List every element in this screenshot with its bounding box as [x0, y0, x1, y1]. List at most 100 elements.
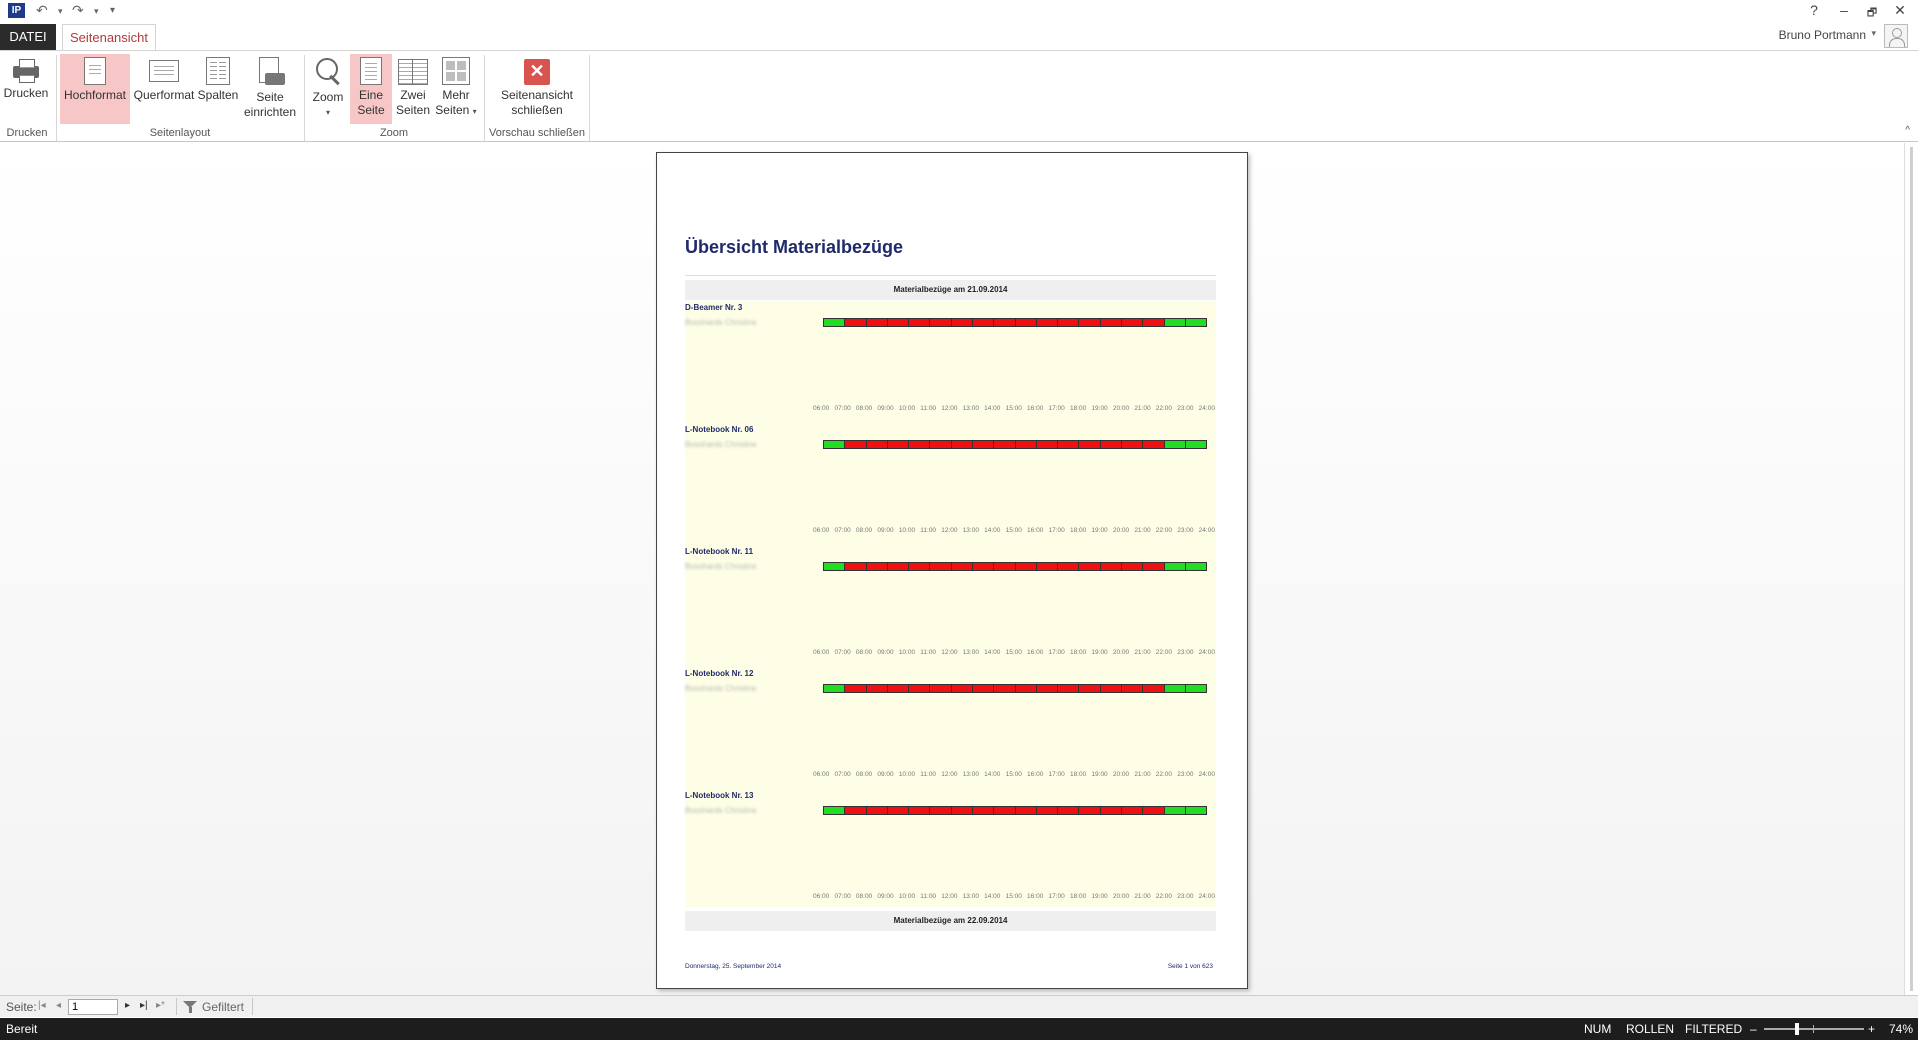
hour-label: 16:00: [1027, 893, 1044, 900]
magnifier-icon: [313, 57, 343, 87]
time-slot-busy: [951, 685, 973, 692]
app-logo: IP: [8, 3, 25, 18]
hour-label: 20:00: [1112, 405, 1130, 412]
time-slot-busy: [1015, 685, 1037, 692]
tab-file[interactable]: DATEI: [0, 24, 56, 50]
report-page[interactable]: Übersicht Materialbezüge Materialbezüge …: [656, 152, 1248, 989]
hour-label: 21:00: [1134, 649, 1151, 656]
time-slot-busy: [909, 441, 931, 448]
time-slot-busy: [1121, 319, 1144, 326]
time-slot-busy: [845, 807, 867, 814]
help-icon[interactable]: ?: [1802, 2, 1826, 18]
hour-label: 15:00: [1005, 527, 1022, 534]
time-slot-busy: [1100, 563, 1122, 570]
time-slot-busy: [909, 685, 931, 692]
time-slot-free: [1185, 319, 1207, 326]
undo-dropdown-icon[interactable]: ▾: [58, 6, 63, 17]
two-pages-button[interactable]: Zwei Seiten: [393, 54, 433, 124]
hour-label: 17:00: [1048, 771, 1065, 778]
time-slot-busy: [1058, 319, 1080, 326]
hour-label: 24:00: [1198, 405, 1215, 412]
vertical-scrollbar[interactable]: [1904, 143, 1918, 995]
one-page-button[interactable]: Eine Seite: [350, 54, 392, 124]
device-name: D-Beamer Nr. 3: [685, 303, 743, 312]
first-page-icon[interactable]: |◂: [38, 1000, 46, 1011]
page-number-input[interactable]: [68, 999, 118, 1015]
device-row: L-Notebook Nr. 06 Bosshards Christine 06:0…: [685, 423, 1216, 545]
print-button[interactable]: Drucken: [2, 54, 50, 124]
day-header: Materialbezüge am 22.09.2014: [685, 911, 1216, 931]
device-row: D-Beamer Nr. 3 Bosshards Christine 06:00 07…: [685, 301, 1216, 423]
columns-button[interactable]: Spalten: [197, 54, 239, 124]
page-setup-button[interactable]: Seite einrichten: [241, 54, 299, 124]
hour-label: 13:00: [962, 527, 979, 534]
timeline-bar: [823, 562, 1207, 571]
undo-icon[interactable]: ↶: [36, 2, 48, 19]
tab-print-preview[interactable]: Seitenansicht: [62, 24, 156, 51]
group-separator: [56, 55, 57, 141]
zoom-level[interactable]: 74%: [1889, 1022, 1913, 1036]
restore-icon[interactable]: 🗗: [1860, 4, 1884, 23]
time-slot-busy: [1079, 563, 1101, 570]
zoom-slider-handle[interactable]: [1795, 1023, 1799, 1035]
minimize-icon[interactable]: –: [1832, 2, 1856, 18]
hour-label: 18:00: [1069, 649, 1087, 656]
hour-label: 22:00: [1155, 893, 1173, 900]
time-slot-busy: [994, 441, 1016, 448]
time-slot-free: [1185, 441, 1207, 448]
time-slot-busy: [994, 685, 1016, 692]
time-slot-busy: [909, 319, 931, 326]
redo-icon[interactable]: ↷: [72, 2, 84, 19]
zoom-out-icon[interactable]: –: [1750, 1022, 1757, 1036]
more-pages-icon: [442, 57, 470, 85]
nav-separator: [252, 998, 253, 1015]
next-page-icon[interactable]: ▸: [125, 1000, 130, 1011]
close-window-icon[interactable]: ✕: [1888, 2, 1912, 19]
hour-label: 19:00: [1091, 405, 1108, 412]
time-slot-busy: [930, 441, 952, 448]
filter-icon[interactable]: [183, 1001, 197, 1013]
hour-label: 23:00: [1177, 527, 1194, 534]
device-row: L-Notebook Nr. 12 Bosshards Christine 06:0…: [685, 667, 1216, 789]
hour-label: 12:00: [941, 893, 958, 900]
redo-dropdown-icon[interactable]: ▾: [94, 6, 99, 17]
hour-label: 15:00: [1005, 649, 1022, 656]
timeline-bar: [823, 684, 1207, 693]
previous-page-icon[interactable]: ◂: [56, 1000, 61, 1011]
chevron-down-icon: ▾: [325, 108, 330, 117]
zoom-in-icon[interactable]: +: [1868, 1022, 1875, 1036]
time-slot-busy: [1121, 563, 1144, 570]
filter-status[interactable]: Gefiltert: [202, 1000, 244, 1014]
user-dropdown-icon[interactable]: ▾: [1871, 28, 1876, 39]
hour-label: 22:00: [1155, 405, 1173, 412]
customize-toolbar-icon[interactable]: ▾: [110, 5, 115, 16]
time-slot-busy: [1100, 685, 1122, 692]
collapse-ribbon-icon[interactable]: ^: [1905, 125, 1910, 136]
landscape-page-icon: [149, 60, 179, 82]
hour-label: 13:00: [962, 405, 979, 412]
user-name[interactable]: Bruno Portmann: [1779, 28, 1866, 42]
hour-label: 06:00: [813, 771, 830, 778]
landscape-button[interactable]: Querformat: [131, 54, 197, 124]
group-label-layout: Seitenlayout: [149, 127, 211, 139]
hour-label: 24:00: [1198, 771, 1215, 778]
status-filtered: FILTERED: [1685, 1022, 1743, 1036]
close-preview-button[interactable]: ✕ Seitenansicht schließen: [490, 54, 584, 124]
timeline-bar: [823, 806, 1207, 815]
new-record-icon[interactable]: ▸*: [156, 1000, 165, 1011]
hour-label: 21:00: [1134, 893, 1151, 900]
device-borrower: Bosshards Christine: [685, 318, 757, 327]
last-page-icon[interactable]: ▸|: [140, 1000, 148, 1011]
zoom-button[interactable]: Zoom ▾: [308, 54, 348, 124]
zoom-slider[interactable]: [1764, 1028, 1864, 1030]
time-slot-busy: [1121, 807, 1144, 814]
hour-label: 09:00: [877, 771, 894, 778]
status-num: NUM: [1584, 1022, 1612, 1036]
more-pages-button[interactable]: Mehr Seiten ▾: [434, 54, 478, 124]
avatar[interactable]: [1884, 24, 1908, 48]
hour-label: 20:00: [1112, 771, 1130, 778]
portrait-button[interactable]: Hochformat: [60, 54, 130, 124]
time-slot-busy: [930, 319, 952, 326]
hour-axis: 06:00 07:00 08:00 09:00 10:00 11:00 12:00 13:00…: [813, 527, 1215, 534]
hour-label: 08:00: [855, 405, 873, 412]
